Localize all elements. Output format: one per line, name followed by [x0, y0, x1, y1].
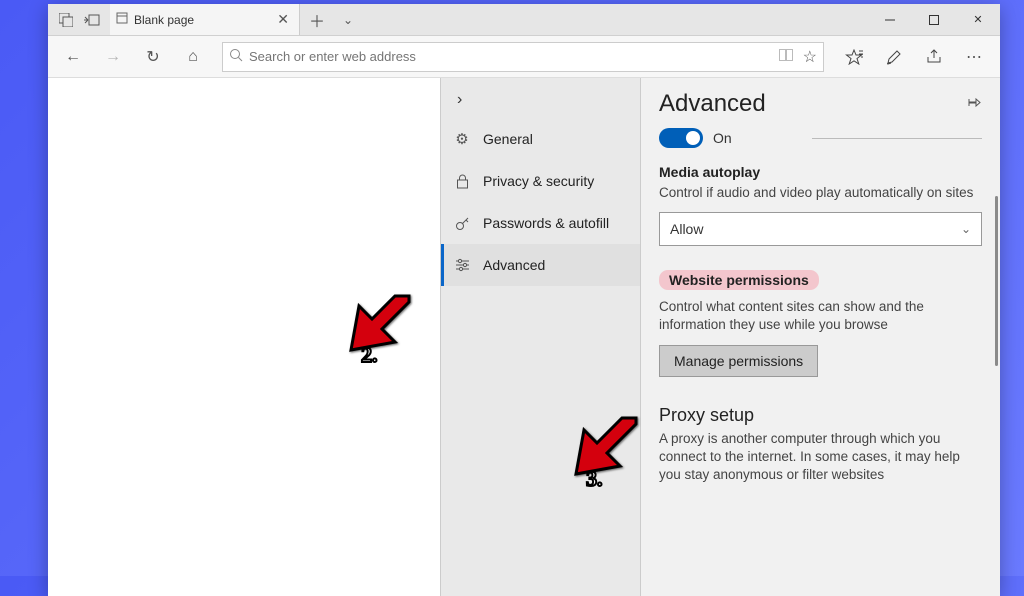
favorites-hub-icon[interactable] — [834, 38, 874, 76]
settings-pane: Advanced On Media autoplay Control if au… — [641, 78, 1000, 596]
back-button[interactable]: ← — [54, 38, 92, 76]
reading-view-icon[interactable] — [779, 49, 793, 64]
edge-window: Blank page ✕ ＋ ⌄ ✕ ← → ↻ ⌂ ☆ — [48, 4, 1000, 596]
toggle-label: On — [713, 130, 732, 146]
lock-icon — [453, 174, 471, 189]
sidebar-item-label: Advanced — [483, 257, 545, 273]
media-autoplay-desc: Control if audio and video play automati… — [659, 184, 982, 202]
key-icon — [453, 216, 471, 231]
settings-back-button[interactable]: › — [441, 82, 640, 118]
scrollbar-thumb[interactable] — [995, 196, 998, 366]
sliders-icon — [453, 258, 471, 272]
close-tab-icon[interactable]: ✕ — [273, 11, 293, 28]
sidebar-item-privacy[interactable]: Privacy & security — [441, 160, 640, 202]
titlebar: Blank page ✕ ＋ ⌄ ✕ — [48, 4, 1000, 36]
search-icon — [229, 48, 243, 65]
maximize-button[interactable] — [912, 4, 956, 35]
forward-button[interactable]: → — [94, 38, 132, 76]
pin-icon[interactable] — [967, 95, 982, 113]
sidebar-item-passwords[interactable]: Passwords & autofill — [441, 202, 640, 244]
sidebar-item-label: General — [483, 131, 533, 147]
address-bar[interactable]: ☆ — [222, 42, 824, 72]
proxy-setup-heading: Proxy setup — [659, 405, 982, 426]
manage-permissions-button[interactable]: Manage permissions — [659, 345, 818, 377]
new-tab-button[interactable]: ＋ — [300, 4, 334, 35]
favorite-icon[interactable]: ☆ — [803, 47, 817, 67]
toolbar-right: ⋯ — [834, 38, 994, 76]
show-tabs-icon[interactable] — [80, 4, 104, 36]
blank-page — [48, 78, 440, 596]
gear-icon: ⚙ — [453, 130, 471, 148]
divider — [812, 138, 982, 139]
media-autoplay-dropdown[interactable]: Allow ⌄ — [659, 212, 982, 246]
tab-title: Blank page — [134, 13, 267, 27]
tab-actions — [48, 4, 110, 35]
website-permissions-desc: Control what content sites can show and … — [659, 298, 982, 334]
refresh-button[interactable]: ↻ — [134, 38, 172, 76]
sidebar-item-label: Passwords & autofill — [483, 215, 609, 231]
tab-dropdown-icon[interactable]: ⌄ — [334, 4, 362, 35]
set-aside-tabs-icon[interactable] — [54, 4, 78, 36]
settings-sidebar: › ⚙ General Privacy & security Passwords… — [441, 78, 641, 596]
content-area: › ⚙ General Privacy & security Passwords… — [48, 78, 1000, 596]
share-icon[interactable] — [914, 38, 954, 76]
home-button[interactable]: ⌂ — [174, 38, 212, 76]
proxy-setup-desc: A proxy is another computer through whic… — [659, 430, 982, 485]
page-icon — [116, 11, 128, 29]
media-autoplay-heading: Media autoplay — [659, 164, 982, 180]
pane-title: Advanced — [659, 90, 766, 118]
dropdown-value: Allow — [670, 221, 703, 237]
website-permissions-heading: Website permissions — [659, 270, 819, 290]
notes-icon[interactable] — [874, 38, 914, 76]
sidebar-item-advanced[interactable]: Advanced — [441, 244, 640, 286]
sidebar-item-label: Privacy & security — [483, 173, 594, 189]
settings-panel: › ⚙ General Privacy & security Passwords… — [440, 78, 1000, 596]
sidebar-item-general[interactable]: ⚙ General — [441, 118, 640, 160]
navbar: ← → ↻ ⌂ ☆ ⋯ — [48, 36, 1000, 78]
minimize-button[interactable] — [868, 4, 912, 35]
more-icon[interactable]: ⋯ — [954, 38, 994, 76]
address-input[interactable] — [249, 43, 773, 71]
toggle-switch[interactable] — [659, 128, 703, 148]
browser-tab[interactable]: Blank page ✕ — [110, 4, 300, 35]
chevron-down-icon: ⌄ — [961, 222, 971, 236]
close-window-button[interactable]: ✕ — [956, 4, 1000, 35]
